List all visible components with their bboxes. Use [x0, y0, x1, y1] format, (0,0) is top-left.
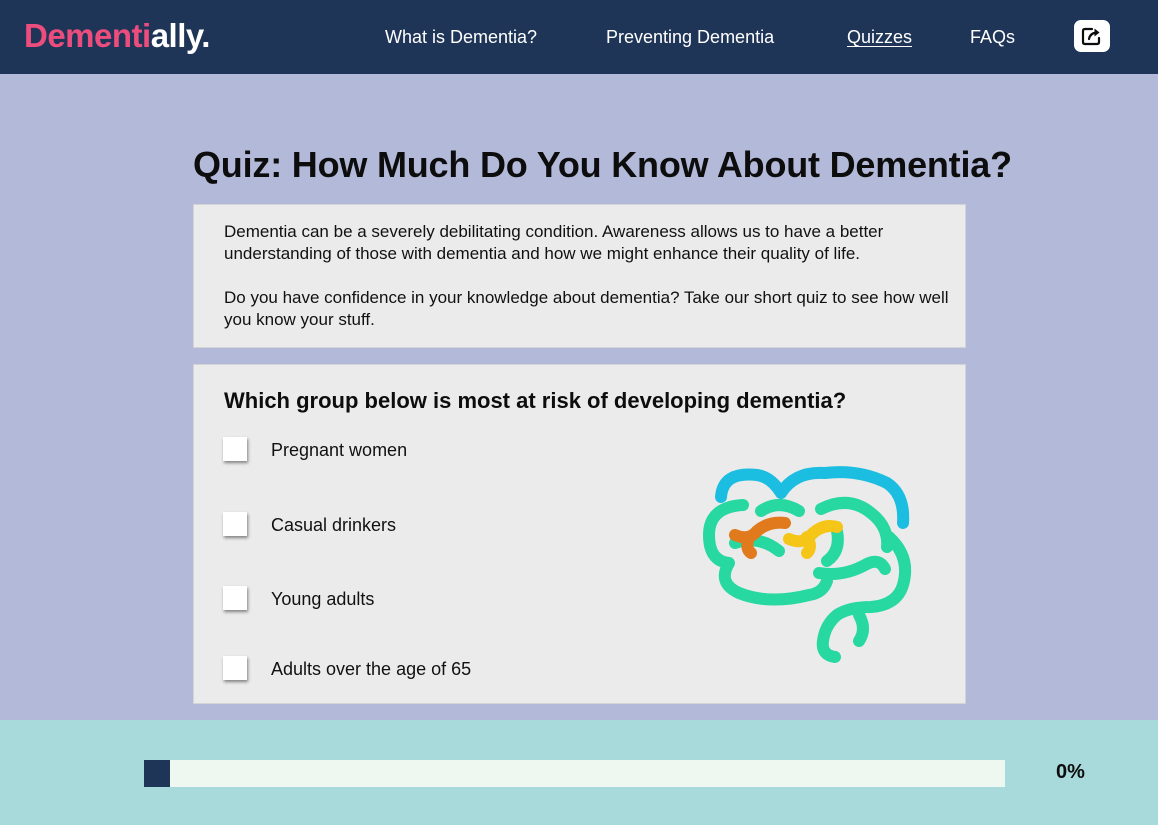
nav-link-quizzes[interactable]: Quizzes — [847, 26, 912, 48]
checkbox[interactable] — [223, 586, 247, 610]
progress-bar — [144, 760, 1005, 787]
progress-percentage: 0% — [1056, 761, 1085, 783]
intro-card: Dementia can be a severely debilitating … — [193, 204, 966, 348]
option-label: Adults over the age of 65 — [271, 659, 472, 679]
nav-link-what-is-dementia[interactable]: What is Dementia? — [385, 26, 537, 48]
nav-link-faqs[interactable]: FAQs — [970, 26, 1015, 48]
share-icon — [1081, 27, 1101, 46]
option-label: Pregnant women — [271, 440, 408, 460]
intro-paragraph-1: Dementia can be a severely debilitating … — [224, 222, 884, 263]
brand-logo[interactable]: Dementially. — [24, 14, 210, 58]
checkbox[interactable] — [223, 437, 247, 461]
progress-bar-fill — [144, 760, 170, 787]
nav-link-preventing-dementia[interactable]: Preventing Dementia — [606, 26, 774, 48]
checkbox[interactable] — [223, 656, 247, 680]
share-button[interactable] — [1074, 20, 1110, 52]
page-title: Quiz: How Much Do You Know About Dementi… — [193, 144, 1012, 185]
option-label: Young adults — [271, 589, 375, 609]
quiz-question: Which group below is most at risk of dev… — [224, 388, 847, 413]
brain-icon — [703, 466, 912, 663]
brand-name-part1: Dementi — [24, 17, 151, 54]
quiz-card: Which group below is most at risk of dev… — [193, 364, 966, 704]
brand-name-part2: ally. — [150, 17, 211, 54]
option-label: Casual drinkers — [271, 515, 397, 535]
intro-paragraph-2: Do you have confidence in your knowledge… — [224, 288, 949, 329]
progress-footer: 0% — [0, 720, 1158, 825]
navbar: Dementially. What is Dementia? Preventin… — [0, 0, 1158, 74]
checkbox[interactable] — [223, 512, 247, 536]
